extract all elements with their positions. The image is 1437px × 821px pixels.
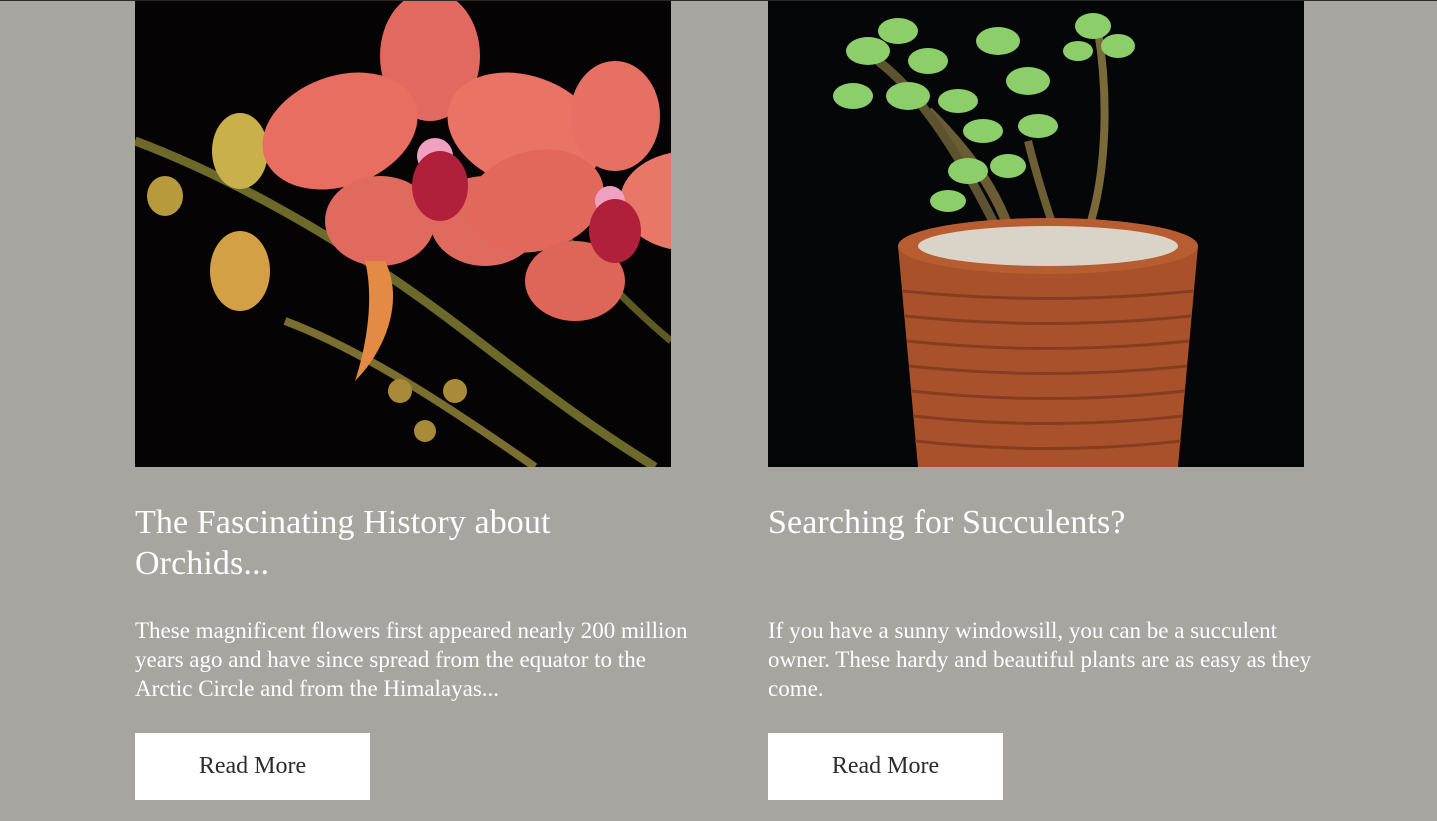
blog-card-succulents: Searching for Succulents? If you have a …	[768, 1, 1348, 800]
orchid-photo[interactable]	[135, 1, 671, 467]
post-title[interactable]: Searching for Succulents?	[768, 502, 1238, 584]
post-excerpt: If you have a sunny windowsill, you can …	[768, 618, 1312, 701]
read-more-button[interactable]: Read More	[768, 733, 1003, 800]
blog-card-orchids: The Fascinating History about Orchids...…	[135, 1, 715, 800]
succulent-photo[interactable]	[768, 1, 1304, 467]
read-more-button[interactable]: Read More	[135, 733, 370, 800]
post-excerpt: These magnificent flowers first appeared…	[135, 618, 688, 701]
blog-post-grid: The Fascinating History about Orchids...…	[0, 0, 1437, 821]
post-title[interactable]: The Fascinating History about Orchids...	[135, 502, 605, 584]
